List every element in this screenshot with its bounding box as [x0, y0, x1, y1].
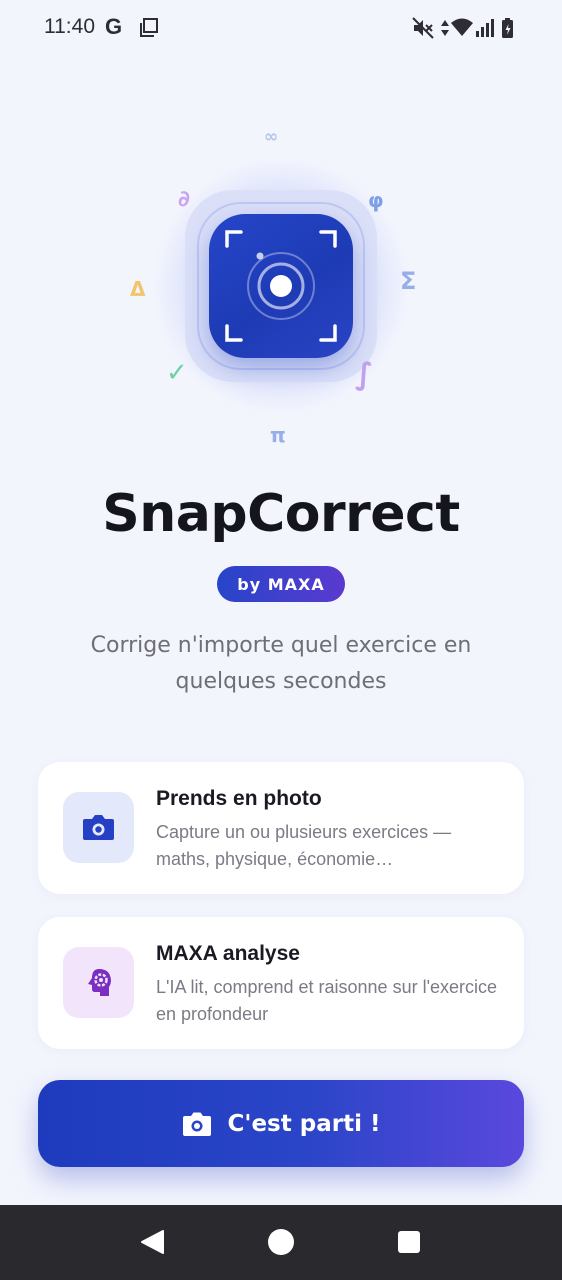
recents-icon[interactable] — [394, 1227, 424, 1257]
google-icon: G — [105, 14, 123, 39]
infinity-symbol: ∞ — [264, 127, 279, 147]
mute-icon — [412, 17, 434, 39]
delta-symbol: Δ — [130, 277, 146, 301]
brain-gear-icon — [63, 947, 134, 1018]
start-button-label: C'est parti ! — [227, 1110, 381, 1137]
feature-card-analyse: MAXA analyse L'IA lit, comprend et raiso… — [38, 917, 524, 1049]
status-icons — [412, 17, 513, 39]
phi-symbol: φ — [368, 188, 384, 212]
camera-scan-icon — [209, 214, 353, 358]
camera-icon — [63, 792, 134, 863]
check-symbol: ✓ — [166, 358, 188, 388]
pi-symbol: π — [270, 423, 286, 447]
feature-card-photo: Prends en photo Capture un ou plusieurs … — [38, 762, 524, 894]
feature-title: Prends en photo — [156, 787, 322, 810]
app-title: SnapCorrect — [102, 484, 460, 544]
hero-illustration: ∞ ∂ φ Δ Σ ✓ ∫ π — [100, 115, 462, 455]
feature-title: MAXA analyse — [156, 942, 300, 965]
welcome-screen: 11:40 G ∞ ∂ φ Δ Σ ✓ ∫ π SnapCorrect by M… — [0, 0, 562, 1280]
start-button[interactable]: C'est parti ! — [38, 1080, 524, 1167]
sigma-symbol: Σ — [400, 267, 417, 295]
brand-badge: by MAXA — [217, 566, 345, 602]
status-time: 11:40 — [44, 15, 95, 38]
integral-symbol: ∫ — [355, 357, 374, 392]
screenshot-icon — [140, 18, 158, 37]
data-icon — [441, 20, 449, 36]
battery-icon — [502, 18, 513, 38]
feature-description: L'IA lit, comprend et raisonne sur l'exe… — [156, 977, 498, 1024]
system-nav-bar — [0, 1205, 562, 1280]
partial-symbol: ∂ — [178, 187, 190, 212]
signal-icon — [476, 19, 494, 37]
home-icon[interactable] — [266, 1227, 296, 1257]
tagline: Corrige n'importe quel exercice en quelq… — [90, 633, 472, 694]
status-bar: 11:40 G — [0, 0, 562, 56]
camera-icon — [182, 1112, 211, 1136]
wifi-icon — [451, 18, 473, 36]
feature-description: Capture un ou plusieurs exercices — math… — [156, 822, 452, 869]
back-icon[interactable] — [138, 1227, 168, 1257]
